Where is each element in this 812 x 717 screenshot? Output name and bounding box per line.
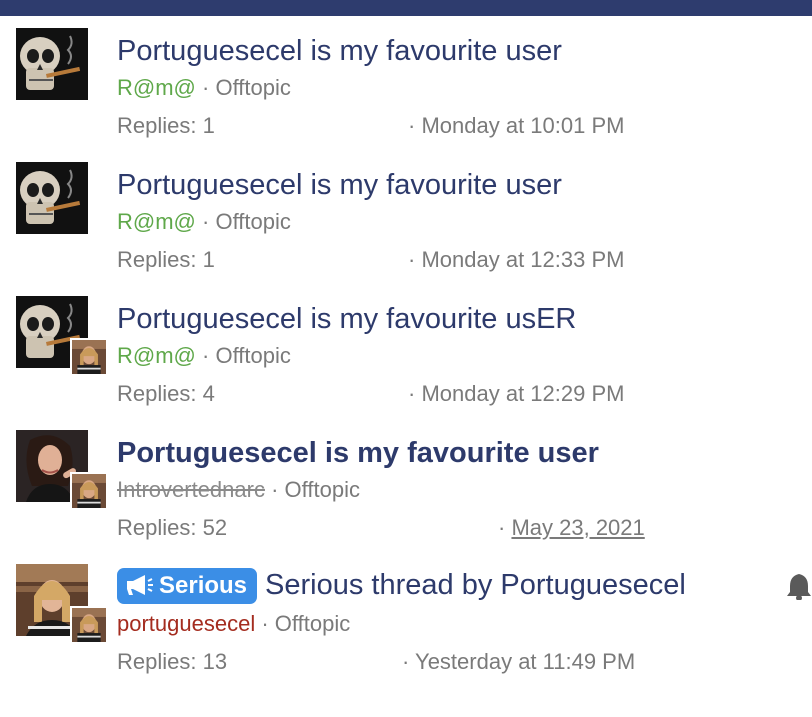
thread-author-link[interactable]: portuguesecel xyxy=(117,611,255,636)
last-poster-avatar[interactable] xyxy=(70,472,108,510)
date-separator: · xyxy=(408,247,416,272)
replies-count: Replies: 1 xyxy=(117,113,215,138)
last-poster-avatar[interactable] xyxy=(70,606,108,644)
thread-meta: R@m@ · Offtopic xyxy=(117,343,291,369)
meta-separator: · xyxy=(271,477,279,502)
thread-author-link[interactable]: R@m@ xyxy=(117,209,196,234)
forum-link[interactable]: Offtopic xyxy=(275,611,350,636)
serious-prefix-label[interactable]: Serious xyxy=(117,568,258,604)
thread-item: Portuguesecel is my favourite user Intro… xyxy=(0,418,812,552)
forum-link[interactable]: Offtopic xyxy=(215,343,290,368)
last-post-date[interactable]: · Yesterday at 11:49 PM xyxy=(402,649,635,675)
thread-title-link[interactable]: Portuguesecel is my favourite user xyxy=(117,168,562,202)
thread-title-link[interactable]: Portuguesecel is my favourite user xyxy=(117,34,562,68)
last-post-date-text[interactable]: Monday at 12:33 PM xyxy=(421,247,624,272)
top-navigation-bar xyxy=(0,0,812,16)
replies-count: Replies: 52 xyxy=(117,515,228,540)
skull-avatar-image xyxy=(16,162,88,234)
thread-item: Portuguesecel is my favourite user R@m@ … xyxy=(0,16,812,150)
meta-separator: · xyxy=(202,343,210,368)
thread-meta: R@m@ · Offtopic xyxy=(117,75,291,101)
meta-separator: · xyxy=(202,209,210,234)
last-poster-avatar[interactable] xyxy=(70,338,108,376)
thread-author-link[interactable]: Introvertednarc xyxy=(117,477,265,502)
thread-title-row: Serious Serious thread by Portuguesecel xyxy=(117,568,686,604)
thread-title-link[interactable]: Portuguesecel is my favourite usER xyxy=(117,302,576,336)
last-post-date-text[interactable]: May 23, 2021 xyxy=(511,515,644,540)
last-post-date-text[interactable]: Monday at 10:01 PM xyxy=(421,113,624,138)
thread-title-link[interactable]: Serious thread by Portuguesecel xyxy=(265,569,686,601)
last-post-date[interactable]: · Monday at 12:29 PM xyxy=(408,381,624,407)
thread-title-link-unread[interactable]: Portuguesecel is my favourite user xyxy=(117,436,599,470)
thread-author-link[interactable]: R@m@ xyxy=(117,75,196,100)
date-separator: · xyxy=(408,381,416,406)
thread-item: Portuguesecel is my favourite usER R@m@ … xyxy=(0,284,812,418)
thread-item: Serious Serious thread by Portuguesecel p… xyxy=(0,552,812,686)
date-separator: · xyxy=(408,113,416,138)
forum-link[interactable]: Offtopic xyxy=(215,209,290,234)
replies-count: Replies: 1 xyxy=(117,247,215,272)
last-post-date[interactable]: · May 23, 2021 xyxy=(498,515,645,541)
last-post-date-text[interactable]: Monday at 12:29 PM xyxy=(421,381,624,406)
date-separator: · xyxy=(498,515,506,540)
last-post-date-text[interactable]: Yesterday at 11:49 PM xyxy=(415,649,635,674)
author-avatar[interactable] xyxy=(16,162,88,234)
woman-avatar-image xyxy=(72,340,106,374)
last-post-date[interactable]: · Monday at 12:33 PM xyxy=(408,247,624,273)
forum-link[interactable]: Offtopic xyxy=(215,75,290,100)
thread-meta: portuguesecel · Offtopic xyxy=(117,611,350,637)
date-separator: · xyxy=(402,649,410,674)
meta-separator: · xyxy=(202,75,210,100)
megaphone-icon xyxy=(127,575,153,595)
thread-item: Portuguesecel is my favourite user R@m@ … xyxy=(0,150,812,284)
meta-separator: · xyxy=(261,611,269,636)
thread-meta: Introvertednarc · Offtopic xyxy=(117,477,360,503)
replies-count: Replies: 4 xyxy=(117,381,215,406)
woman-avatar-image xyxy=(72,474,106,508)
replies-count: Replies: 13 xyxy=(117,649,228,674)
last-post-date[interactable]: · Monday at 10:01 PM xyxy=(408,113,624,139)
bell-icon[interactable] xyxy=(786,572,812,600)
serious-prefix-text: Serious xyxy=(159,572,248,599)
forum-link[interactable]: Offtopic xyxy=(285,477,360,502)
woman-avatar-image xyxy=(72,608,106,642)
thread-meta: R@m@ · Offtopic xyxy=(117,209,291,235)
author-avatar[interactable] xyxy=(16,28,88,100)
skull-avatar-image xyxy=(16,28,88,100)
thread-author-link[interactable]: R@m@ xyxy=(117,343,196,368)
